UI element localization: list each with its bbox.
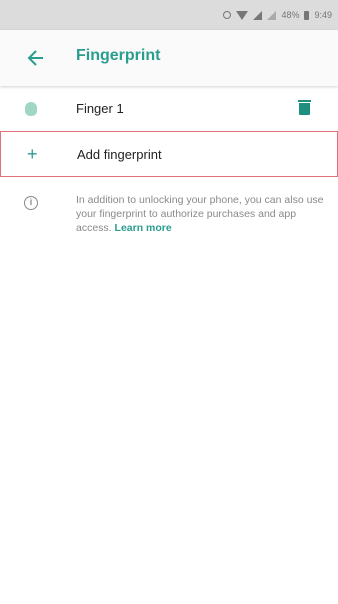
delete-icon[interactable]	[298, 100, 311, 115]
fingerprint-label: Finger 1	[76, 101, 124, 116]
battery-icon	[304, 10, 310, 20]
signal-icon	[253, 10, 263, 20]
status-bar: 48% 9:49	[0, 0, 338, 30]
arrow-left-icon[interactable]	[27, 48, 45, 68]
app-bar: Fingerprint	[0, 30, 338, 86]
plus-icon: +	[27, 144, 38, 164]
fingerprint-row[interactable]: Finger 1	[0, 88, 338, 128]
info-text: In addition to unlocking your phone, you…	[76, 193, 324, 235]
battery-percent: 48%	[281, 10, 300, 20]
clock: 9:49	[314, 10, 332, 20]
learn-more-link[interactable]: Learn more	[115, 222, 172, 234]
info-description: In addition to unlocking your phone, you…	[76, 194, 324, 234]
add-fingerprint-label: Add fingerprint	[77, 147, 162, 162]
fingerprint-icon	[25, 102, 37, 116]
page-title: Fingerprint	[76, 47, 161, 64]
info-icon: i	[24, 196, 38, 210]
alarm-icon	[223, 11, 232, 19]
signal-icon	[267, 10, 277, 20]
wifi-icon	[236, 10, 249, 20]
add-fingerprint-button[interactable]: + Add fingerprint	[0, 131, 338, 177]
